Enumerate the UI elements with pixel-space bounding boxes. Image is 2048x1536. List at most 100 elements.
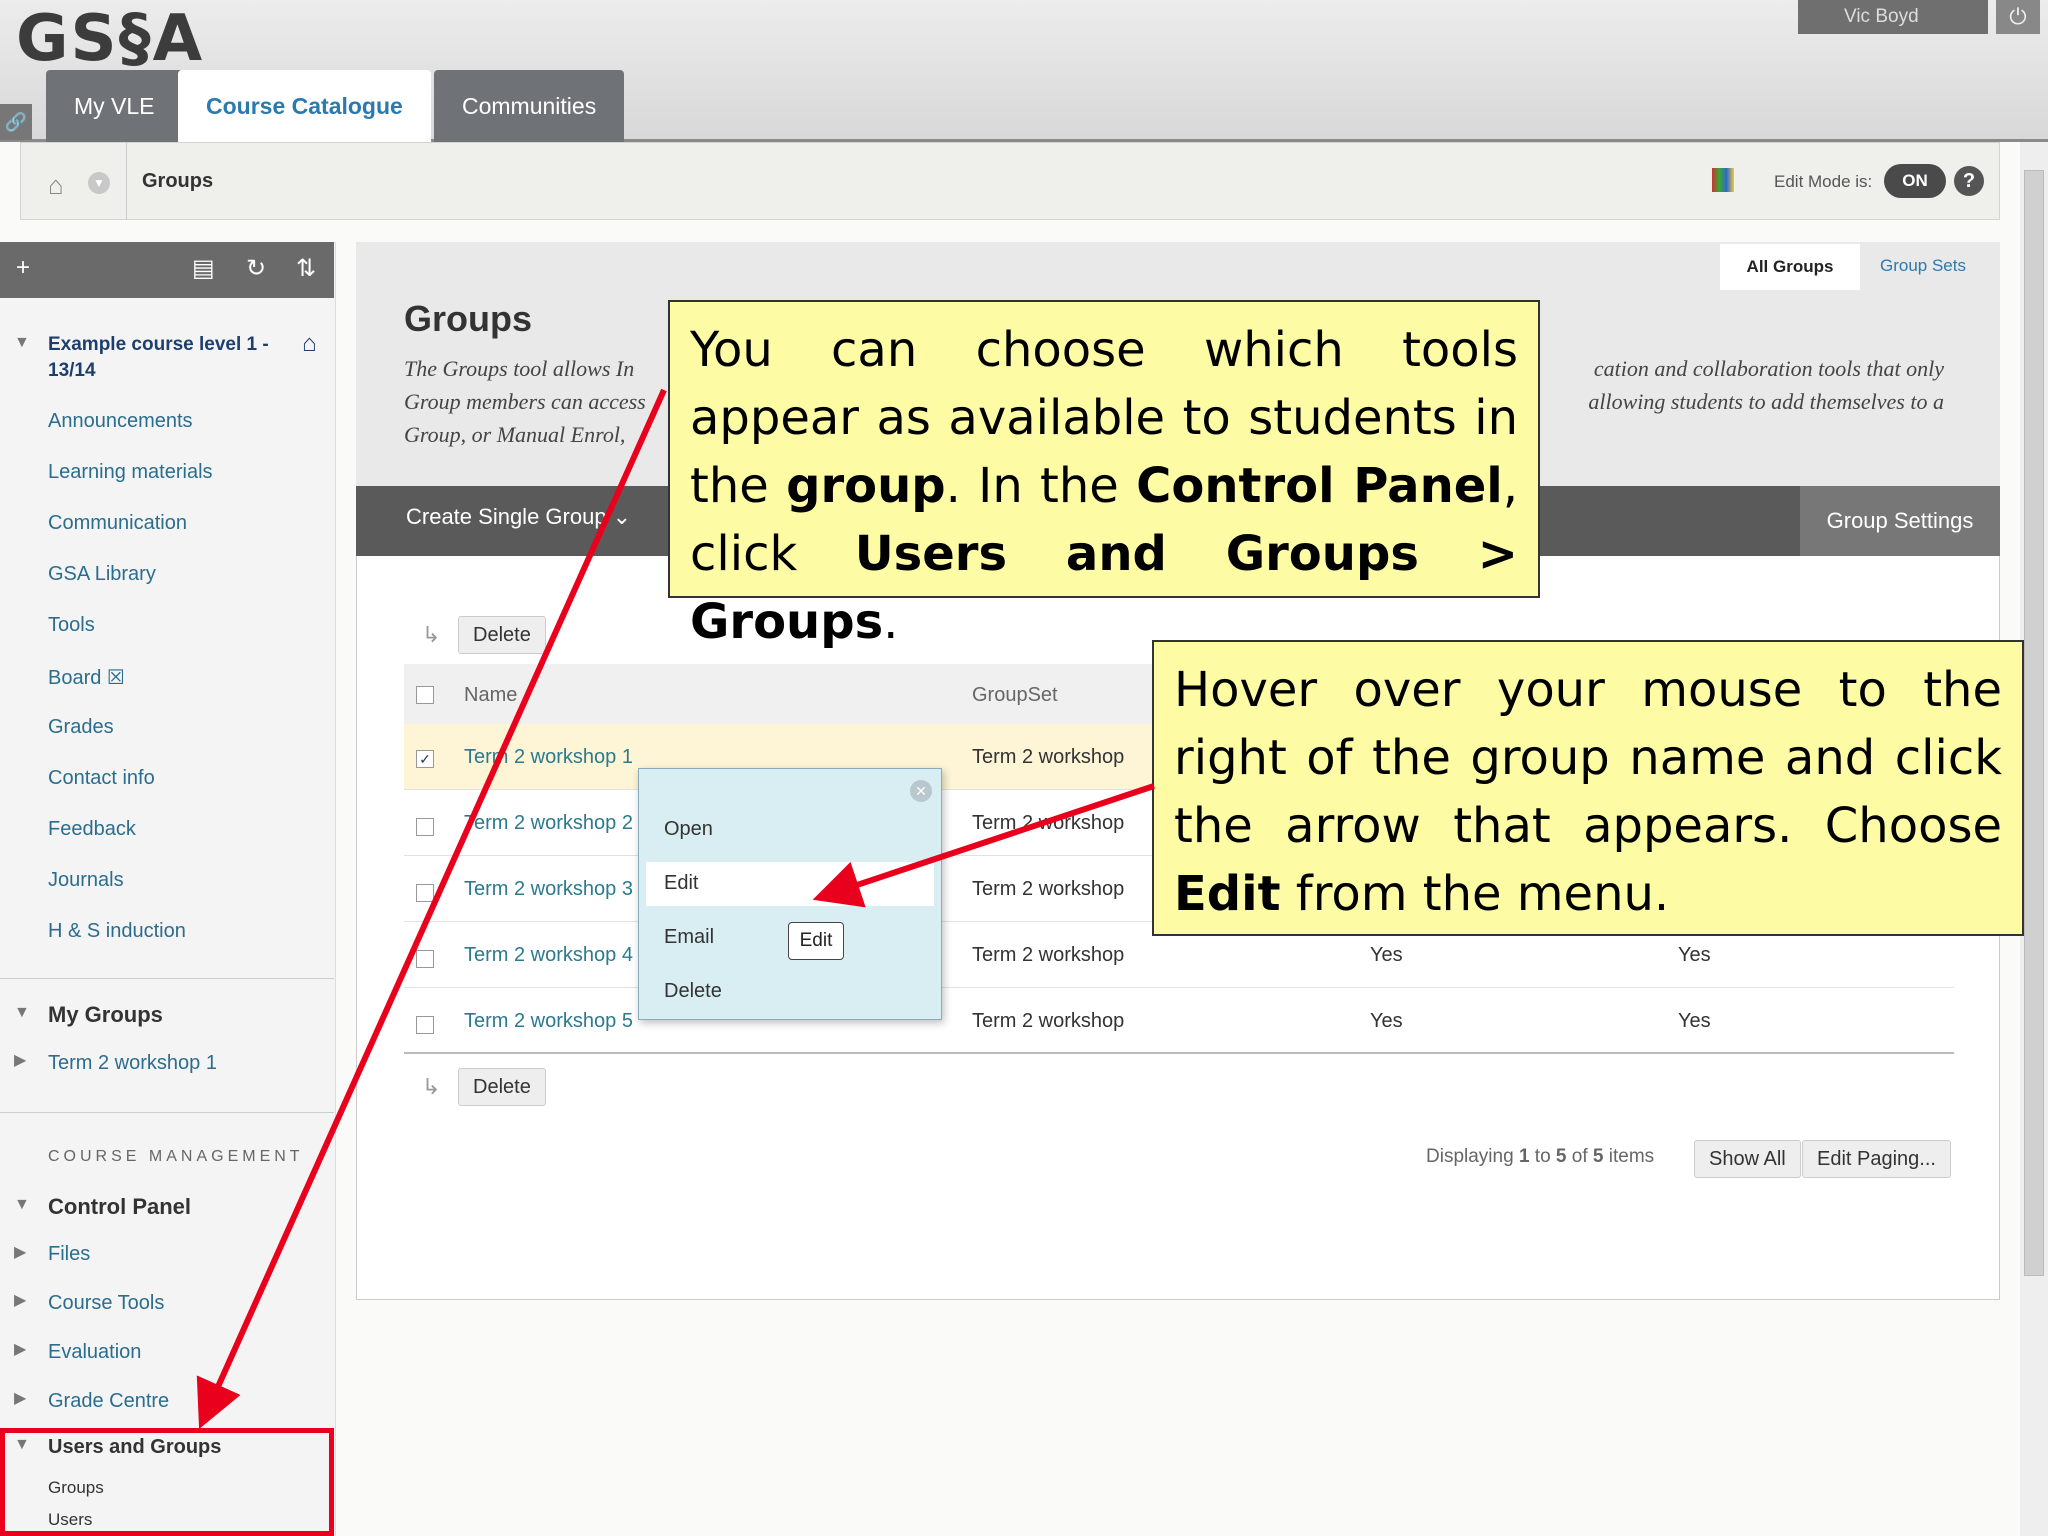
sidebar-item-announcements[interactable]: Announcements bbox=[48, 410, 193, 433]
sort-icon[interactable]: ⇅ bbox=[296, 254, 316, 283]
collapse-icon[interactable]: ▼ bbox=[14, 1004, 30, 1022]
table-row bbox=[404, 988, 1954, 1054]
callout-text: . bbox=[883, 594, 899, 650]
paging-text: Displaying bbox=[1426, 1146, 1519, 1167]
cp-item-grade-centre[interactable]: Grade Centre bbox=[48, 1390, 169, 1413]
course-title-term: 13/14 bbox=[48, 360, 96, 381]
sidebar-item-gsa-library[interactable]: GSA Library bbox=[48, 563, 156, 586]
refresh-icon[interactable]: ↻ bbox=[246, 254, 266, 283]
group-name-link[interactable]: Term 2 workshop 4 bbox=[464, 944, 633, 967]
row-checkbox[interactable] bbox=[416, 1016, 434, 1034]
tab-my-vle[interactable]: My VLE bbox=[46, 70, 183, 142]
add-icon[interactable]: + bbox=[16, 254, 30, 282]
paging-text: items bbox=[1603, 1146, 1655, 1167]
divider bbox=[0, 978, 334, 979]
tab-all-groups[interactable]: All Groups bbox=[1720, 244, 1860, 290]
collapse-icon[interactable]: ▼ bbox=[14, 1196, 30, 1214]
sidebar-item-learning-materials[interactable]: Learning materials bbox=[48, 461, 213, 484]
edit-mode-toggle[interactable]: ON bbox=[1884, 164, 1946, 198]
sidebar-item-contact-info[interactable]: Contact info bbox=[48, 767, 155, 790]
groupset-cell: Term 2 workshop bbox=[972, 944, 1125, 966]
sidebar-item-journals[interactable]: Journals bbox=[48, 869, 124, 892]
sidebar-item-communication[interactable]: Communication bbox=[48, 512, 187, 535]
folder-icon[interactable]: ▤ bbox=[192, 254, 215, 283]
menu-item-open[interactable]: Open bbox=[664, 818, 713, 841]
callout-text: Hover over your mouse to the right of th… bbox=[1174, 662, 2002, 854]
expand-icon[interactable]: ▶ bbox=[14, 1242, 26, 1262]
group-name-link[interactable]: Term 2 workshop 2 bbox=[464, 812, 633, 835]
desc-line: The Groups tool allows In bbox=[404, 356, 635, 381]
tab-group-sets[interactable]: Group Sets bbox=[1880, 256, 1966, 276]
link-icon[interactable]: 🔗 bbox=[0, 104, 32, 140]
collapse-icon[interactable]: ▼ bbox=[14, 334, 30, 352]
cp-item-course-tools[interactable]: Course Tools bbox=[48, 1292, 164, 1315]
expand-icon[interactable]: ▶ bbox=[14, 1050, 26, 1070]
user-menu[interactable]: Vic Boyd bbox=[1798, 0, 1988, 34]
group-name-link[interactable]: Term 2 workshop 1 bbox=[464, 746, 633, 769]
callout-text: . In the bbox=[945, 458, 1137, 514]
edit-mode-label: Edit Mode is: bbox=[1774, 172, 1873, 191]
cp-item-files[interactable]: Files bbox=[48, 1243, 90, 1266]
row-checkbox[interactable] bbox=[416, 950, 434, 968]
sidebar-item-tools[interactable]: Tools bbox=[48, 614, 95, 637]
desc-line: allowing students to add themselves to a bbox=[1588, 389, 1944, 414]
menu-item-delete[interactable]: Delete bbox=[664, 980, 722, 1003]
paging-total: 5 bbox=[1592, 1146, 1604, 1167]
row-checkbox[interactable]: ✓ bbox=[416, 750, 434, 768]
column-header-name[interactable]: Name bbox=[464, 684, 517, 707]
arrow-icon: ↳ bbox=[422, 1074, 441, 1099]
row-checkbox[interactable] bbox=[416, 884, 434, 902]
show-all-button[interactable]: Show All bbox=[1694, 1140, 1801, 1178]
select-all-checkbox[interactable] bbox=[416, 686, 434, 704]
scrollbar-thumb[interactable] bbox=[2024, 170, 2044, 1276]
course-menu-toolbar: + ▤ ↻ ⇅ bbox=[0, 242, 334, 298]
sub-item-users[interactable]: Users bbox=[48, 1510, 92, 1530]
desc-line: cation and collaboration tools that only bbox=[1593, 356, 1944, 381]
cp-item-users-and-groups[interactable]: Users and Groups bbox=[48, 1436, 221, 1459]
chevron-down-icon[interactable]: ▼ bbox=[88, 172, 110, 194]
page-title: Groups bbox=[404, 298, 533, 339]
help-icon[interactable]: ? bbox=[1954, 166, 1984, 196]
callout-bold: Edit bbox=[1174, 866, 1281, 922]
course-management-label: COURSE MANAGEMENT bbox=[48, 1148, 304, 1165]
home-icon[interactable]: ⌂ bbox=[48, 170, 64, 201]
menu-item-edit[interactable]: Edit bbox=[664, 872, 698, 895]
column-header-groupset[interactable]: GroupSet bbox=[972, 684, 1058, 707]
group-name-link[interactable]: Term 2 workshop 3 bbox=[464, 878, 633, 901]
delete-button[interactable]: Delete bbox=[458, 616, 546, 654]
expand-icon[interactable]: ▶ bbox=[14, 1388, 26, 1408]
groupset-cell: Term 2 workshop bbox=[972, 1010, 1125, 1032]
my-groups-heading[interactable]: My Groups bbox=[48, 1002, 163, 1028]
delete-button-bottom[interactable]: Delete bbox=[458, 1068, 546, 1106]
group-name-link[interactable]: Term 2 workshop 5 bbox=[464, 1010, 633, 1033]
control-panel-heading[interactable]: Control Panel bbox=[48, 1194, 191, 1220]
group-settings-button[interactable]: Group Settings bbox=[1800, 486, 2000, 556]
expand-icon[interactable]: ▶ bbox=[14, 1290, 26, 1310]
create-single-group-button[interactable]: Create Single Group ⌄ bbox=[406, 504, 631, 530]
colour-palette-icon[interactable] bbox=[1712, 168, 1734, 192]
cp-item-evaluation[interactable]: Evaluation bbox=[48, 1341, 141, 1364]
menu-item-email[interactable]: Email bbox=[664, 926, 714, 949]
power-icon[interactable]: ⏻ bbox=[1996, 0, 2040, 34]
sidebar-item-board[interactable]: Board ☒ bbox=[48, 665, 125, 690]
sub-item-groups[interactable]: Groups bbox=[48, 1478, 104, 1498]
row-checkbox[interactable] bbox=[416, 818, 434, 836]
gsa-logo[interactable]: GS§A bbox=[16, 2, 204, 76]
course-title[interactable]: Example course level 1 - bbox=[48, 334, 269, 356]
sidebar-item-hs-induction[interactable]: H & S induction bbox=[48, 920, 186, 943]
sidebar-item-grades[interactable]: Grades bbox=[48, 716, 114, 739]
my-group-item[interactable]: Term 2 workshop 1 bbox=[48, 1052, 217, 1075]
tab-communities[interactable]: Communities bbox=[434, 70, 625, 142]
edit-paging-button[interactable]: Edit Paging... bbox=[1802, 1140, 1951, 1178]
home-icon[interactable]: ⌂ bbox=[302, 330, 317, 358]
collapse-icon[interactable]: ▼ bbox=[14, 1436, 30, 1454]
tab-course-catalogue[interactable]: Course Catalogue bbox=[178, 70, 431, 142]
sidebar-item-feedback[interactable]: Feedback bbox=[48, 818, 136, 841]
groupset-cell: Term 2 workshop bbox=[972, 878, 1125, 900]
groupset-cell: Term 2 workshop bbox=[972, 746, 1125, 768]
expand-icon[interactable]: ▶ bbox=[14, 1339, 26, 1359]
close-icon[interactable]: ✕ bbox=[910, 780, 932, 802]
paging-text: of bbox=[1566, 1146, 1593, 1167]
callout-text: from the menu. bbox=[1280, 866, 1670, 922]
callout-bold: group bbox=[786, 458, 946, 514]
